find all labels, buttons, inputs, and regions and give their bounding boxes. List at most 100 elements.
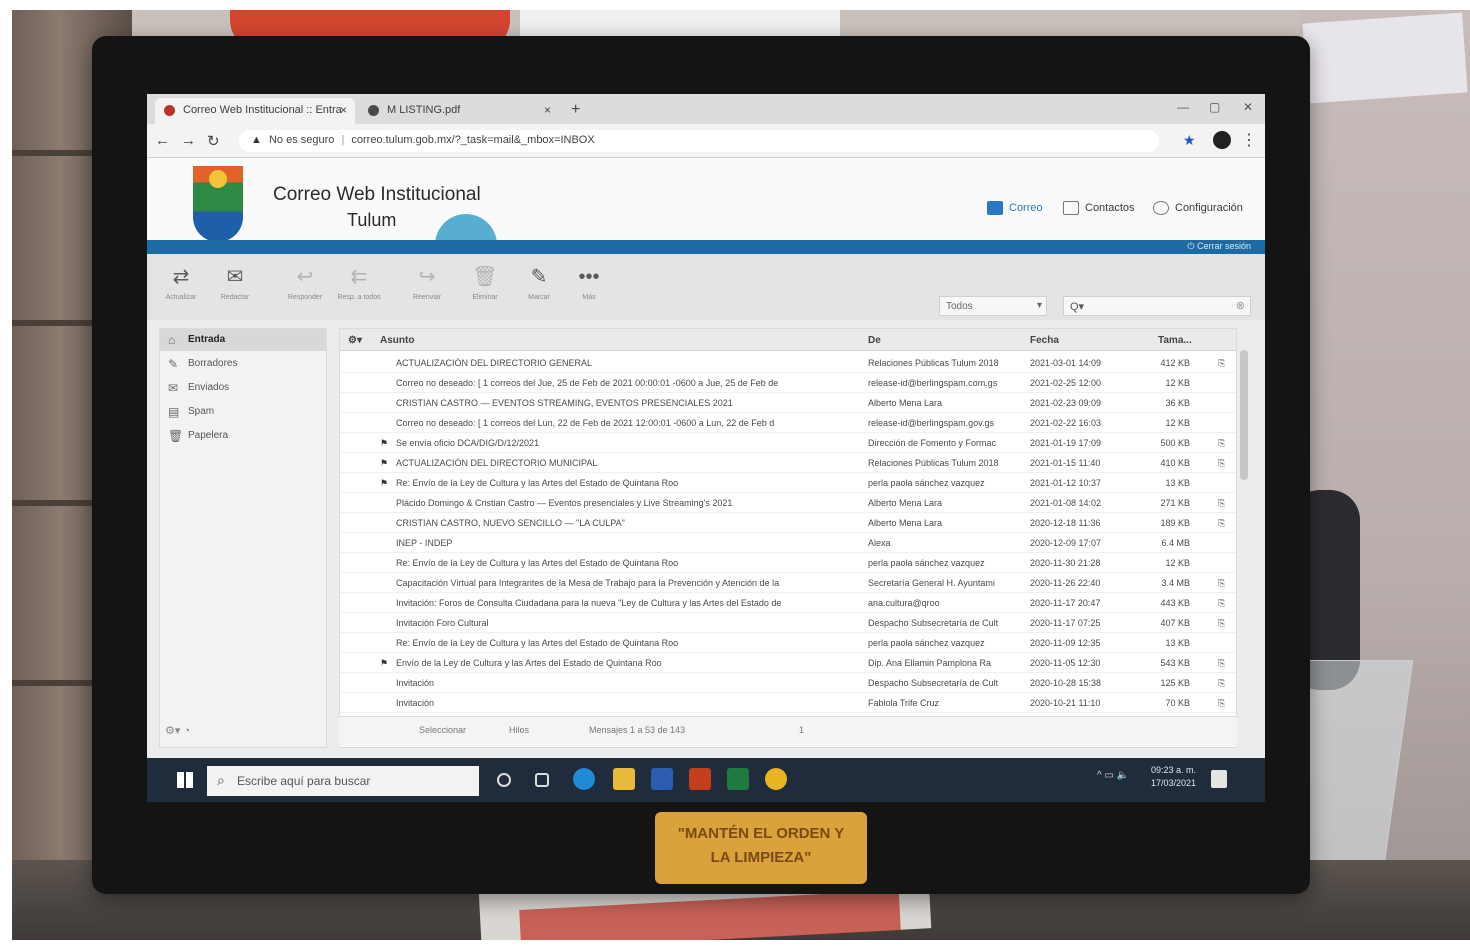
table-row[interactable]: Correo no deseado: [ 1 correos del Lun, …	[340, 413, 1236, 433]
nav-contactos[interactable]: Contactos	[1063, 201, 1135, 215]
page-number[interactable]: 1	[799, 725, 804, 735]
reply-icon: ↩	[296, 266, 314, 288]
delete-button[interactable]: 🗑 Eliminar	[463, 266, 507, 301]
table-row[interactable]: CRISTIAN CASTRO — EVENTOS STREAMING, EVE…	[340, 393, 1236, 413]
message-from: perla paola sánchez vazquez	[868, 478, 985, 488]
clock-time: 09:23 a. m.	[1151, 765, 1197, 775]
col-from[interactable]: De	[868, 335, 881, 346]
refresh-button[interactable]: ⇄ Actualizar	[159, 266, 203, 301]
maximize-icon[interactable]: ▢	[1209, 100, 1220, 114]
url-text: correo.tulum.gob.mx/?_task=mail&_mbox=IN…	[351, 134, 595, 146]
address-bar[interactable]: ▲ No es seguro | correo.tulum.gob.mx/?_t…	[239, 130, 1159, 152]
file-explorer-icon[interactable]	[613, 768, 635, 790]
tab-label: Correo Web Institucional :: Entra	[183, 104, 342, 116]
folder-trash[interactable]: 🗑 Papelera	[160, 425, 326, 447]
new-tab-icon[interactable]: +	[571, 101, 580, 119]
table-row[interactable]: ACTUALIZACIÓN DEL DIRECTORIO GENERAL Rela…	[340, 353, 1236, 373]
folder-sent[interactable]: ✉ Enviados	[160, 377, 326, 399]
table-row[interactable]: INEP - INDEP Alexa 2020-12-09 17:07 6.4 MB	[340, 533, 1236, 553]
reload-icon[interactable]: ↻	[207, 132, 220, 150]
webmail-header: Correo Web Institucional Tulum Correo Co…	[147, 158, 1265, 254]
toolbar-label: Resp. a todos	[337, 294, 381, 301]
cortana-icon[interactable]	[497, 773, 511, 787]
col-date[interactable]: Fecha	[1030, 335, 1059, 346]
clear-search-icon[interactable]: ⊗	[1236, 299, 1245, 312]
reply-button[interactable]: ↩ Responder	[283, 266, 327, 301]
excel-icon[interactable]	[727, 768, 749, 790]
attachment-icon: ⎘	[1218, 518, 1226, 528]
taskbar-clock[interactable]: 09:23 a. m. 17/03/2021	[1151, 764, 1196, 790]
folder-settings-icon[interactable]: ⚙▾ ◔	[165, 724, 190, 737]
message-size: 12 KB	[1165, 378, 1190, 388]
table-row[interactable]: Capacitación Virtual para Integrantes de…	[340, 573, 1236, 593]
table-row[interactable]: Invitación Despacho Subsecretaría de Cult…	[340, 673, 1236, 693]
close-icon[interactable]: ×	[340, 103, 347, 117]
system-tray-icons[interactable]: ^ ▭ 🔈	[1097, 770, 1129, 781]
col-subject[interactable]: Asunto	[380, 335, 414, 346]
folder-drafts[interactable]: ✎ Borradores	[160, 353, 326, 375]
message-from: Alexa	[868, 538, 891, 548]
table-row[interactable]: CRISTIAN CASTRO, NUEVO SENCILLO — "LA CU…	[340, 513, 1236, 533]
separator: |	[341, 134, 345, 146]
photo-border	[0, 0, 12, 946]
message-subject: Correo no deseado: [ 1 correos del Jue, …	[396, 378, 779, 388]
folder-inbox[interactable]: ⌂ Entrada	[160, 329, 326, 351]
table-row[interactable]: ⚑ Envío de la Ley de Cultura y las Artes …	[340, 653, 1236, 673]
table-row[interactable]: Invitación Fabiola Trife Cruz 2020-10-21 1…	[340, 693, 1236, 713]
thread-flag-icon: ⚑	[380, 478, 389, 488]
logout-link[interactable]: ⏻ Cerrar sesión	[1187, 241, 1251, 252]
col-size[interactable]: Tama...	[1158, 335, 1192, 346]
forward-icon[interactable]: →	[181, 132, 196, 149]
attachment-icon: ⎘	[1218, 498, 1226, 508]
powerpoint-icon[interactable]	[689, 768, 711, 790]
task-view-icon[interactable]	[535, 773, 549, 787]
reply-all-button[interactable]: ⇇ Resp. a todos	[337, 266, 381, 301]
close-window-icon[interactable]: ✕	[1243, 100, 1253, 114]
app-subtitle: Tulum	[347, 210, 397, 230]
table-row[interactable]: Correo no deseado: [ 1 correos del Jue, …	[340, 373, 1236, 393]
attachment-icon: ⎘	[1218, 598, 1226, 608]
table-row[interactable]: Re: Envío de la Ley de Cultura y las Art…	[340, 553, 1236, 573]
notification-icon[interactable]	[1211, 770, 1227, 788]
forward-button[interactable]: ↪ Reenviar	[405, 266, 449, 301]
more-button[interactable]: ••• Más	[567, 266, 611, 301]
list-options-icon[interactable]: ⚙▾	[348, 335, 362, 346]
nav-correo[interactable]: Correo	[987, 201, 1043, 215]
folder-spam[interactable]: ▤ Spam	[160, 401, 326, 423]
threads-menu[interactable]: Hilos	[509, 725, 529, 735]
search-input[interactable]: Q▾ ⊗	[1063, 296, 1251, 316]
compose-button[interactable]: ✉ Redactar	[213, 266, 257, 301]
word-icon[interactable]	[651, 768, 673, 790]
back-icon[interactable]: ←	[155, 132, 170, 149]
browser-tab[interactable]: Correo Web Institucional :: Entra ×	[155, 98, 355, 124]
table-row[interactable]: Invitación: Foros de Consulta Ciudadana …	[340, 593, 1236, 613]
chrome-icon[interactable]	[765, 768, 787, 790]
browser-tab[interactable]: M LISTING.pdf ×	[359, 98, 559, 124]
taskbar-search[interactable]: ⌕ Escribe aquí para buscar	[207, 766, 479, 796]
profile-avatar-icon[interactable]	[1213, 131, 1231, 149]
message-from: Relaciones Públicas Tulum 2018	[868, 458, 999, 468]
contacts-icon	[1063, 201, 1079, 215]
toolbar-label: Reenviar	[412, 294, 441, 301]
menu-kebab-icon[interactable]: ⋮	[1241, 130, 1257, 150]
table-row[interactable]: ⚑ ACTUALIZACIÓN DEL DIRECTORIO MUNICIPAL R…	[340, 453, 1236, 473]
filter-select[interactable]: Todos ▾	[939, 296, 1047, 316]
scrollbar[interactable]	[1240, 350, 1248, 480]
message-size: 12 KB	[1165, 558, 1190, 568]
table-row[interactable]: Invitación Foro Cultural Despacho Subsecr…	[340, 613, 1236, 633]
table-row[interactable]: ⚑ Se envía oficio DCA/DIG/D/12/2021 Direcc…	[340, 433, 1236, 453]
message-from: Alberto Mena Lara	[868, 398, 943, 408]
mark-button[interactable]: ✎ Marcar	[517, 266, 561, 301]
nav-configuracion[interactable]: Configuración	[1153, 201, 1243, 215]
select-menu[interactable]: Seleccionar	[419, 725, 466, 735]
windows-start-icon[interactable]	[177, 772, 193, 788]
table-row[interactable]: Re: Envío de la Ley de Cultura y las Art…	[340, 633, 1236, 653]
bookmark-star-icon[interactable]: ★	[1183, 132, 1196, 149]
close-icon[interactable]: ×	[544, 103, 551, 117]
minimize-icon[interactable]: —	[1177, 100, 1189, 114]
message-size: 6.4 MB	[1161, 538, 1190, 548]
edge-icon[interactable]	[573, 768, 595, 790]
table-row[interactable]: Plácido Domingo & Cristian Castro — Even…	[340, 493, 1236, 513]
sent-icon: ✉	[168, 381, 179, 395]
table-row[interactable]: ⚑ Re: Envío de la Ley de Cultura y las Ar…	[340, 473, 1236, 493]
